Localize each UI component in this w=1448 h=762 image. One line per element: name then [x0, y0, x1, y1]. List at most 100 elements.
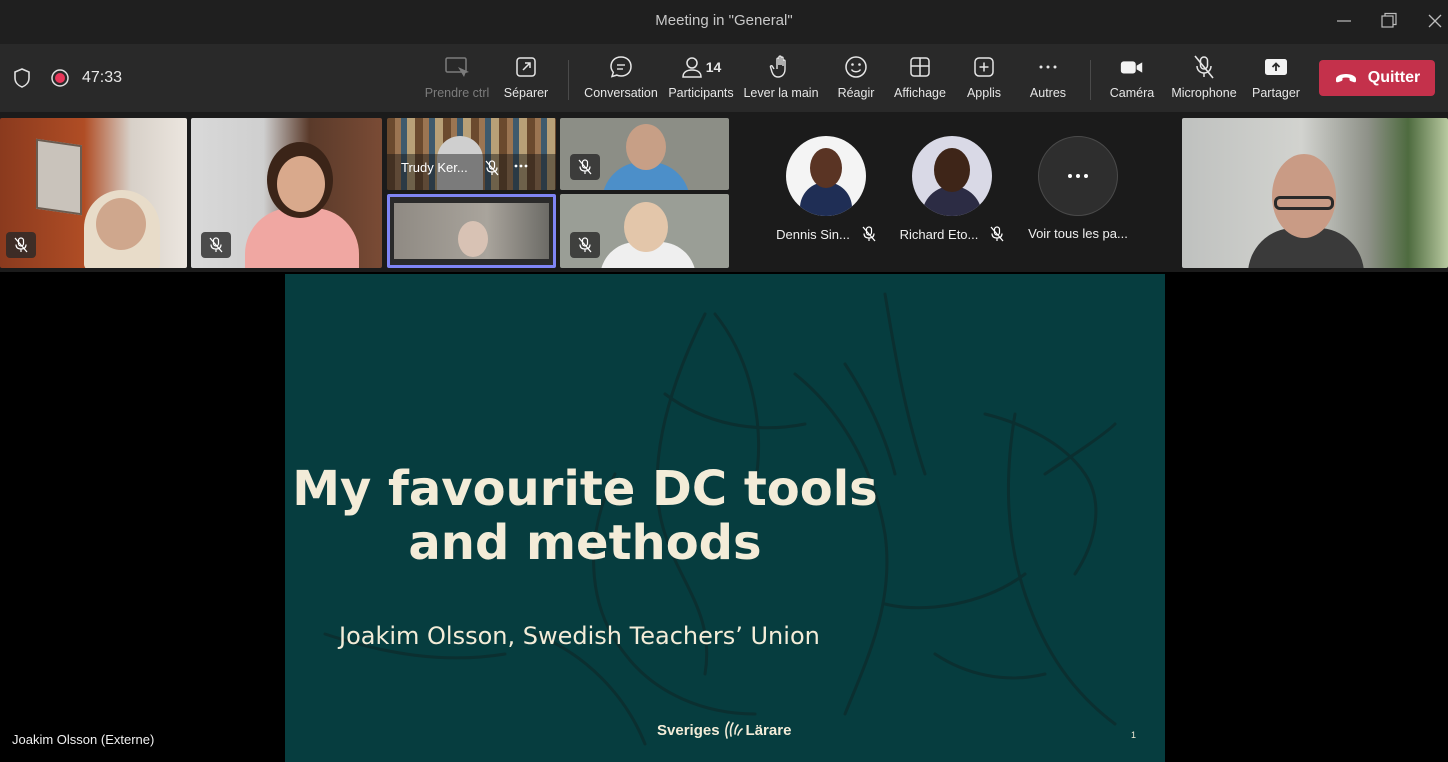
- participant-name: Dennis Sin...: [776, 226, 850, 242]
- participant-strip: Trudy Ker... Dennis Sin... Richard Eto..…: [0, 112, 1448, 272]
- avatar-face: [934, 148, 970, 192]
- chat-icon: [608, 54, 634, 80]
- camera-icon: [1119, 54, 1145, 80]
- react-button[interactable]: Réagir: [836, 54, 876, 104]
- participant-video-tile[interactable]: Trudy Ker...: [387, 118, 556, 190]
- avatar-name-row: Dennis Sin...: [766, 226, 886, 242]
- camera-button[interactable]: Caméra: [1108, 54, 1156, 104]
- hang-up-icon: [1334, 71, 1358, 85]
- smiley-icon: [843, 54, 869, 80]
- raise-hand-button[interactable]: Lever la main: [743, 54, 819, 104]
- glasses: [1274, 196, 1334, 210]
- more-actions-label: Autres: [1029, 86, 1067, 100]
- slide-title: My favourite DC tools and methods: [285, 462, 885, 570]
- more-actions-button[interactable]: Autres: [1026, 54, 1070, 104]
- avatar-name-row: Richard Eto...: [892, 226, 1012, 242]
- avatar: [786, 136, 866, 216]
- separate-button[interactable]: Séparer: [503, 54, 549, 104]
- view-button[interactable]: Affichage: [892, 54, 948, 104]
- avatar-face: [810, 148, 842, 188]
- shield-icon[interactable]: [12, 67, 32, 89]
- participant-video-tile-active[interactable]: [387, 194, 556, 268]
- presentation-slide[interactable]: My favourite DC tools and methods Joakim…: [285, 274, 1165, 762]
- more-dots-icon: [1035, 54, 1061, 80]
- muted-mic-icon: [862, 226, 876, 242]
- muted-mic-icon: [201, 232, 231, 258]
- participant-face: [96, 198, 146, 250]
- window-title: Meeting in "General": [655, 12, 793, 29]
- mic-off-icon: [1191, 54, 1217, 80]
- participant-face: [624, 202, 668, 252]
- take-control-label: Prendre ctrl: [424, 86, 490, 100]
- see-all-participants-button[interactable]: Voir tous les pa...: [1013, 136, 1143, 246]
- restore-icon[interactable]: [1378, 10, 1400, 32]
- participant-avatar-tile[interactable]: Richard Eto...: [892, 136, 1012, 246]
- apps-button[interactable]: Applis: [963, 54, 1005, 104]
- leave-label: Quitter: [1367, 69, 1421, 86]
- slide-title-line: My favourite DC tools: [292, 461, 878, 517]
- share-label: Partager: [1252, 86, 1300, 100]
- avatar: [912, 136, 992, 216]
- slide-page-number: 1: [1131, 730, 1137, 740]
- leave-meeting-button[interactable]: Quitter: [1319, 60, 1435, 96]
- react-label: Réagir: [837, 86, 875, 100]
- minimize-icon[interactable]: [1333, 10, 1355, 32]
- person-icon: [681, 55, 703, 79]
- meeting-status: 47:33: [12, 66, 122, 90]
- participants-label: Participants: [668, 86, 734, 100]
- see-all-circle: [1038, 136, 1118, 216]
- more-options-icon[interactable]: [511, 156, 531, 176]
- participant-video-tile[interactable]: [1182, 118, 1448, 268]
- meeting-timer: 47:33: [82, 69, 123, 86]
- participant-name: Richard Eto...: [899, 226, 979, 242]
- chat-button[interactable]: Conversation: [583, 54, 659, 104]
- share-button[interactable]: Partager: [1250, 54, 1302, 104]
- apps-label: Applis: [966, 86, 1002, 100]
- take-control-button[interactable]: Prendre ctrl: [424, 54, 490, 104]
- participant-video-tile[interactable]: [191, 118, 382, 268]
- add-app-icon: [971, 54, 997, 80]
- recording-icon: [50, 68, 70, 88]
- view-label: Affichage: [894, 86, 946, 100]
- shared-content-stage: My favourite DC tools and methods Joakim…: [0, 272, 1448, 762]
- organization-logo: Sveriges Lärare: [657, 720, 791, 740]
- pop-out-icon: [513, 54, 539, 80]
- participant-face: [626, 124, 666, 170]
- microphone-label: Microphone: [1171, 86, 1237, 100]
- hand-icon: [768, 54, 794, 80]
- logo-text: Sveriges: [657, 721, 720, 739]
- window-titlebar: Meeting in "General": [0, 0, 1448, 44]
- slide-title-line: and methods: [408, 515, 762, 571]
- raise-hand-label: Lever la main: [743, 86, 819, 100]
- muted-mic-icon: [485, 160, 499, 176]
- presenter-name: Joakim Olsson (Externe): [12, 732, 155, 747]
- layout-icon: [907, 54, 933, 80]
- logo-mark-icon: [723, 720, 743, 740]
- slide-subtitle: Joakim Olsson, Swedish Teachers’ Union: [339, 622, 820, 650]
- participant-face: [458, 221, 488, 257]
- participant-name: Trudy Ker...: [401, 160, 468, 175]
- muted-mic-icon: [6, 232, 36, 258]
- muted-mic-icon: [570, 154, 600, 180]
- chat-label: Conversation: [584, 86, 658, 100]
- participant-video-tile[interactable]: [560, 118, 729, 190]
- take-control-icon: [444, 54, 470, 80]
- logo-text: Lärare: [745, 721, 792, 739]
- meeting-toolbar: 47:33 Prendre ctrl Séparer Conversation …: [0, 44, 1448, 112]
- close-icon[interactable]: [1424, 10, 1446, 32]
- participant-video-tile[interactable]: [0, 118, 187, 268]
- participant-face: [277, 156, 325, 212]
- participants-icon-group: 14: [676, 54, 726, 80]
- participants-button[interactable]: 14 Participants: [667, 54, 735, 104]
- participant-count: 14: [705, 59, 722, 75]
- microphone-button[interactable]: Microphone: [1168, 54, 1240, 104]
- more-dots-icon: [1068, 174, 1088, 178]
- separate-label: Séparer: [503, 86, 549, 100]
- participant-avatar-tile[interactable]: Dennis Sin...: [766, 136, 886, 246]
- toolbar-divider: [1090, 60, 1091, 100]
- toolbar-divider: [568, 60, 569, 100]
- participant-video-tile[interactable]: [560, 194, 729, 268]
- muted-mic-icon: [990, 226, 1004, 242]
- muted-mic-icon: [570, 232, 600, 258]
- camera-label: Caméra: [1109, 86, 1155, 100]
